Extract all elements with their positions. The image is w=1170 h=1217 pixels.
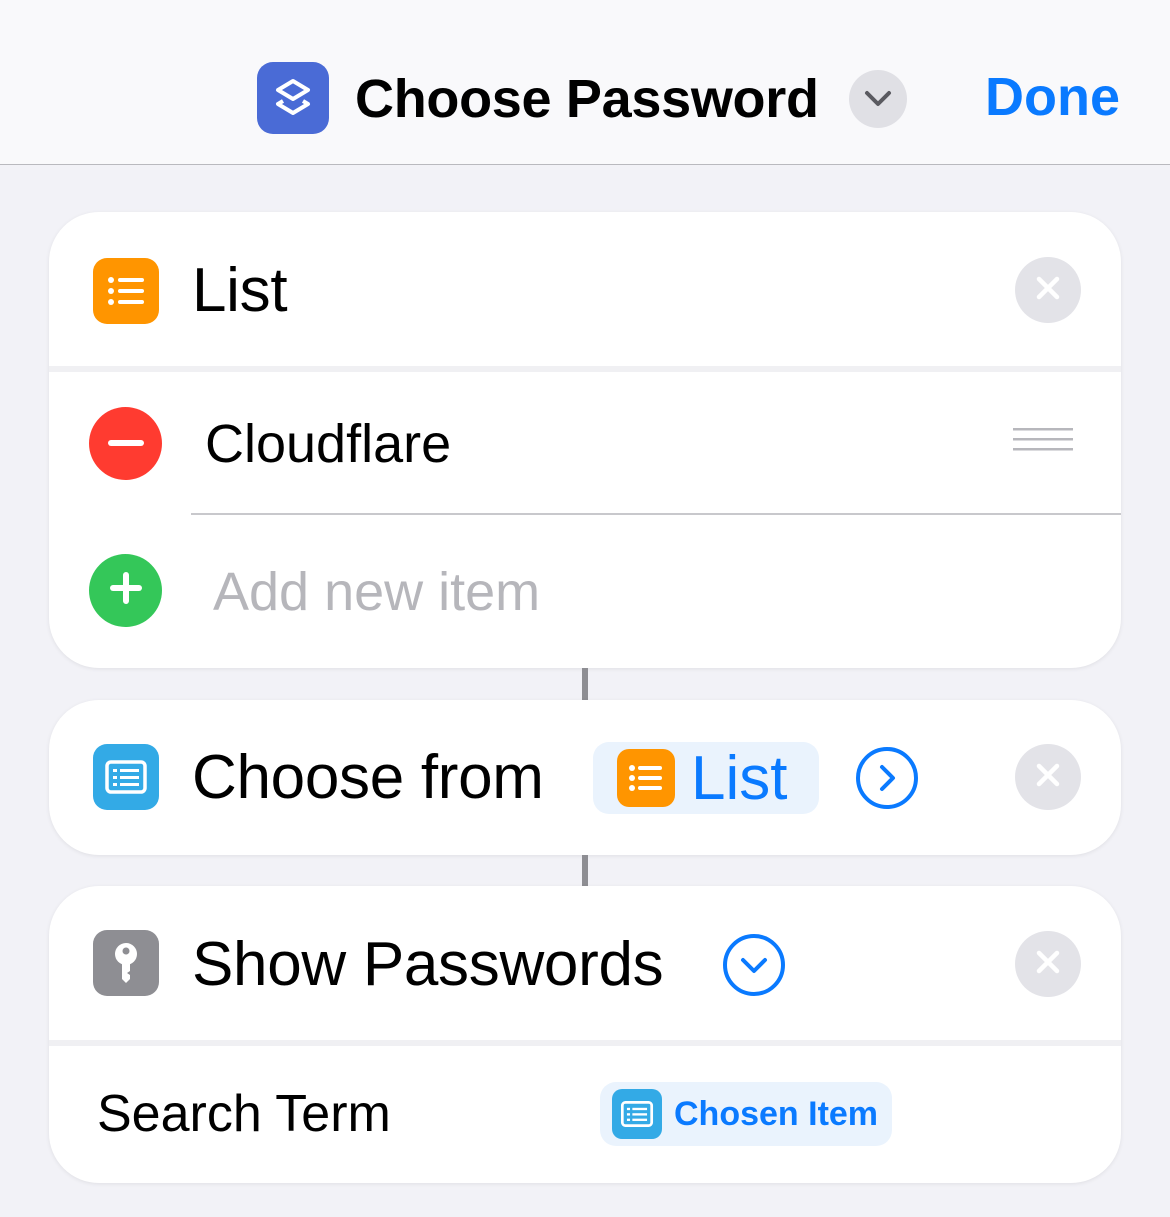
shortcuts-icon[interactable] [257,62,329,134]
choose-from-menu-icon [93,744,159,810]
done-button[interactable]: Done [985,66,1120,128]
drag-handle-icon[interactable] [1013,426,1073,454]
list-variable-token[interactable]: List [593,742,819,814]
action-connector [582,855,588,886]
token-label: Chosen Item [674,1094,879,1133]
list-action-title: List [192,256,288,325]
choose-from-menu-icon [612,1089,662,1139]
token-label: List [691,743,788,813]
page-title[interactable]: Choose Password [355,68,819,130]
close-icon [1034,761,1062,794]
list-action-card[interactable]: List Cloudflare Add new item [49,212,1121,668]
chevron-down-icon[interactable] [849,70,907,128]
remove-action-button[interactable] [1015,257,1081,323]
minus-icon [107,435,144,453]
chosen-item-token[interactable]: Chosen Item [600,1082,892,1146]
list-icon [93,258,159,324]
list-icon [617,749,675,807]
remove-action-button[interactable] [1015,744,1081,810]
search-term-label: Search Term [97,1085,391,1143]
show-passwords-title: Show Passwords [192,930,664,999]
remove-action-button[interactable] [1015,931,1081,997]
nav-header: Choose Password Done [0,0,1170,165]
plus-icon [108,570,144,611]
key-icon [93,930,159,996]
action-connector [582,668,588,700]
chevron-right-circle-icon[interactable] [856,747,918,809]
close-icon [1034,274,1062,307]
choose-from-title: Choose from [192,743,544,812]
close-icon [1034,948,1062,981]
divider [191,513,1121,515]
add-item-button[interactable] [89,554,162,627]
divider [49,366,1121,372]
show-passwords-action-card[interactable]: Show Passwords Search Term Chosen Item [49,886,1121,1183]
remove-item-button[interactable] [89,407,162,480]
chevron-down-circle-icon[interactable] [723,934,785,996]
choose-from-action-card[interactable]: Choose from List [49,700,1121,855]
divider [49,1040,1121,1046]
list-item-label[interactable]: Cloudflare [205,413,451,475]
add-item-input[interactable]: Add new item [213,561,540,623]
